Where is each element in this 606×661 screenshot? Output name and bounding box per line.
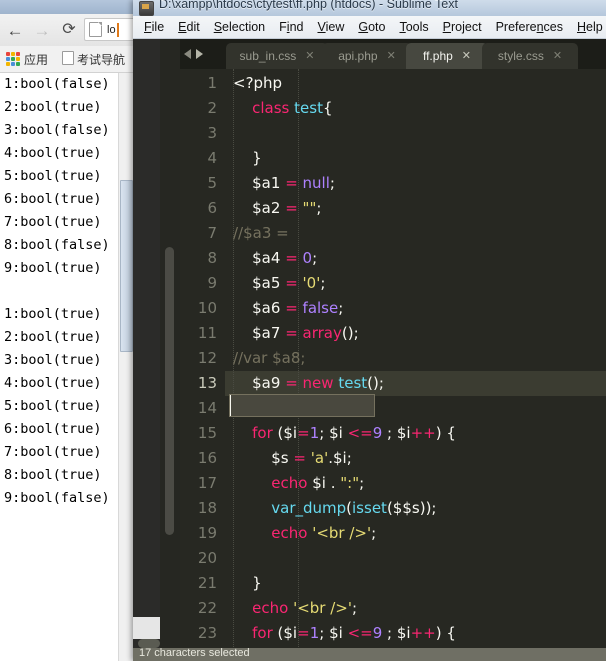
reload-icon[interactable]: ⟳ — [57, 18, 81, 42]
page-scrollbar-thumb[interactable] — [120, 180, 133, 352]
menu-item-view[interactable]: View — [310, 18, 351, 36]
sidebar-bottom-panel — [133, 617, 160, 639]
sidebar-strip — [133, 39, 180, 661]
menu-item-selection[interactable]: Selection — [207, 18, 272, 36]
line-number: 2 — [207, 99, 217, 117]
menu-item-goto[interactable]: Goto — [351, 18, 392, 36]
text-caret — [116, 22, 119, 37]
tab-label: api.php — [338, 49, 378, 63]
code-line: $a7 = array(); — [252, 324, 359, 342]
tab-ff-php[interactable]: ff.php ✕ — [406, 43, 488, 69]
line-number: 14 — [197, 399, 217, 417]
line-number: 16 — [197, 449, 217, 467]
line-number: 7 — [207, 224, 217, 242]
arrow-left-icon[interactable]: ← — [3, 18, 27, 42]
menu-item-find[interactable]: Find — [272, 18, 310, 36]
line-number: 3 — [207, 124, 217, 142]
line-number: 6 — [207, 199, 217, 217]
editor-vertical-scrollbar[interactable] — [165, 247, 174, 535]
line-number: 22 — [197, 599, 217, 617]
line-number: 5 — [207, 174, 217, 192]
close-icon[interactable]: ✕ — [553, 50, 562, 62]
code-line: } — [252, 574, 262, 592]
menu-item-preferences[interactable]: Preferences — [489, 18, 570, 36]
line-number-gutter: 1234567891011121314151617181920212223242… — [180, 69, 225, 661]
code-line: for ($i=1; $i <=9 ; $i++) { — [252, 424, 456, 442]
code-line: for ($i=1; $i <=9 ; $i++) { — [252, 624, 456, 642]
menu-item-edit[interactable]: Edit — [171, 18, 207, 36]
text-selection — [229, 394, 375, 417]
code-editor[interactable]: 1234567891011121314151617181920212223242… — [180, 69, 606, 661]
line-number: 19 — [197, 524, 217, 542]
code-line: echo '<br />'; — [271, 524, 377, 542]
tab-label: style.css — [497, 49, 544, 63]
code-content[interactable]: <?php class test{ } $a1 = null; $a2 = ""… — [225, 69, 606, 661]
code-line: var_dump(isset($$s)); — [271, 499, 437, 517]
page-icon — [62, 51, 74, 65]
line-number: 4 — [207, 149, 217, 167]
code-line: <?php — [233, 74, 283, 92]
page-scrollbar-track[interactable] — [118, 73, 134, 661]
sidebar-resize-handle[interactable] — [138, 639, 160, 648]
close-icon[interactable]: ✕ — [462, 50, 471, 62]
code-line: $a2 = ""; — [252, 199, 322, 217]
tab-style-css[interactable]: style.css ✕ — [482, 43, 578, 69]
code-line: $a4 = 0; — [252, 249, 318, 267]
sidebar-panel — [133, 39, 160, 661]
line-number: 9 — [207, 274, 217, 292]
bookmark-item-label[interactable]: 考试导航 — [77, 51, 125, 68]
text-caret — [230, 395, 231, 416]
code-line: echo '<br />'; — [252, 599, 358, 617]
menu-item-project[interactable]: Project — [436, 18, 489, 36]
code-line: class test{ — [252, 99, 333, 117]
bookmark-apps-label[interactable]: 应用 — [24, 51, 48, 68]
menu-item-tools[interactable]: Tools — [392, 18, 435, 36]
menu-item-file[interactable]: File — [137, 18, 171, 36]
line-number: 21 — [197, 574, 217, 592]
status-bar-text: 17 characters selected — [139, 648, 250, 659]
tab-bar: sub_in.css ✕ api.php ✕ ff.php ✕ style.css ✕ — [180, 39, 606, 69]
close-icon[interactable]: ✕ — [305, 50, 314, 62]
code-line: //var $a8; — [233, 349, 306, 367]
code-line: $a5 = '0'; — [252, 274, 326, 292]
line-number: 17 — [197, 474, 217, 492]
line-number: 23 — [197, 624, 217, 642]
code-line: $s = 'a'.$i; — [271, 449, 352, 467]
tab-api-php[interactable]: api.php ✕ — [322, 43, 412, 69]
tab-navigation — [184, 46, 220, 62]
window-title: D:\xampp\htdocs\ctytest\ff.php (htdocs) … — [159, 0, 458, 11]
address-bar-value: lo — [107, 23, 116, 36]
arrow-right-icon[interactable]: → — [30, 18, 54, 42]
menu-bar: File Edit Selection Find View Goto Tools Projec… — [133, 16, 606, 39]
tab-label: ff.php — [422, 49, 453, 63]
line-number: 11 — [197, 324, 217, 342]
tab-sub-in-css[interactable]: sub_in.css ✕ — [226, 43, 328, 69]
code-line: $a6 = false; — [252, 299, 344, 317]
line-number: 18 — [197, 499, 217, 517]
code-line: echo $i . ":"; — [271, 474, 365, 492]
line-number: 8 — [207, 249, 217, 267]
sublime-body: sub_in.css ✕ api.php ✕ ff.php ✕ style.css ✕ 123… — [133, 39, 606, 661]
code-line: } — [252, 149, 262, 167]
triangle-right-icon[interactable] — [196, 49, 203, 59]
sublime-titlebar: D:\xampp\htdocs\ctytest\ff.php (htdocs) … — [133, 0, 606, 16]
page-icon — [89, 22, 102, 37]
triangle-left-icon[interactable] — [184, 49, 191, 59]
close-icon[interactable]: ✕ — [387, 50, 396, 62]
tab-label: sub_in.css — [239, 49, 297, 63]
line-number: 12 — [197, 349, 217, 367]
line-number: 15 — [197, 424, 217, 442]
line-number: 20 — [197, 549, 217, 567]
code-line: $a1 = null; — [252, 174, 335, 192]
code-line: $a9 = new test(); — [252, 374, 384, 392]
sublime-text-window: D:\xampp\htdocs\ctytest\ff.php (htdocs) … — [133, 0, 606, 661]
sublime-app-icon — [139, 1, 154, 16]
menu-item-help[interactable]: Help — [570, 18, 606, 36]
line-number: 13 — [197, 374, 217, 392]
line-number: 10 — [197, 299, 217, 317]
code-line: //$a3 = — [233, 224, 289, 242]
line-number: 1 — [207, 74, 217, 92]
status-bar: 17 characters selected — [133, 648, 606, 661]
apps-grid-icon[interactable] — [6, 52, 20, 66]
